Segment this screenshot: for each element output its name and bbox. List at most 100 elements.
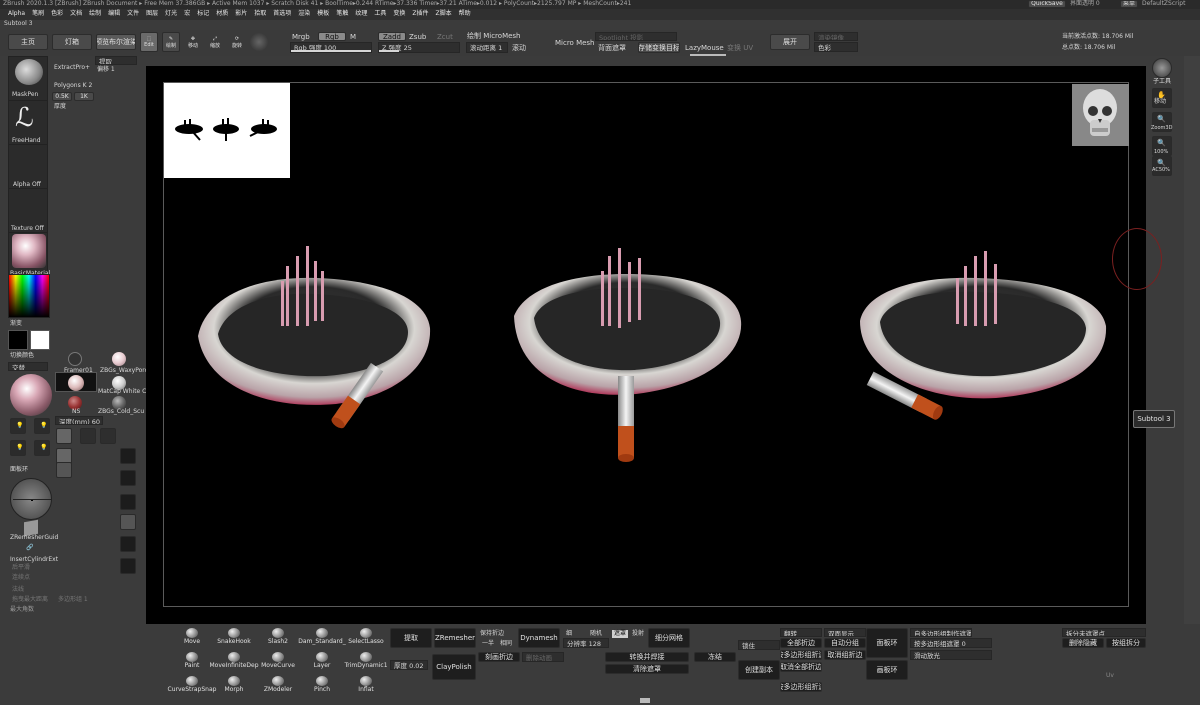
transparent-button[interactable]	[120, 494, 136, 510]
split-unmasked-button[interactable]: 拆分未遮罩点	[1062, 628, 1146, 637]
menu-item-12[interactable]: 影片	[235, 10, 247, 20]
menu-item-18[interactable]: 纹理	[355, 10, 367, 20]
menu-item-7[interactable]: 图层	[146, 10, 158, 20]
menu-item-22[interactable]: Z脚本	[436, 10, 452, 20]
z-intensity-slider[interactable]: Z 强度 25	[378, 42, 460, 53]
offset-slider[interactable]: 偏移 1	[97, 66, 115, 74]
light-2-button[interactable]: 💡	[34, 418, 50, 434]
draw-micromesh-toggle[interactable]: 绘制 MicroMesh	[467, 32, 521, 41]
menu-item-14[interactable]: 首选项	[273, 10, 291, 20]
texture-slot[interactable]: Texture Off	[8, 188, 48, 234]
bevel-slider[interactable]: 滑动放光	[910, 650, 992, 660]
half-toggle[interactable]: 一半	[482, 640, 494, 648]
brush-paint[interactable]: Paint	[172, 652, 212, 672]
m-toggle[interactable]: M	[350, 33, 356, 42]
brush-trimdynamic1[interactable]: TrimDynamic1	[344, 652, 388, 672]
rotate-button[interactable]: ⟳ 旋转	[228, 32, 246, 52]
alpha-slot[interactable]: Alpha Off	[8, 144, 48, 190]
scale-button[interactable]: ⤢ 缩放	[206, 32, 224, 52]
waxy-material-icon[interactable]	[112, 352, 126, 366]
menu-item-21[interactable]: Z插件	[412, 10, 428, 20]
convert-weld-button[interactable]: 转换并焊接	[605, 652, 689, 662]
render-mirror-toggle[interactable]: 渲染镜像	[814, 32, 858, 41]
curve-fold-button[interactable]: 刻画折边	[478, 652, 520, 662]
menu-item-6[interactable]: 文件	[127, 10, 139, 20]
menu-item-13[interactable]: 拾取	[254, 10, 266, 20]
size-05k-button[interactable]: 0.5K	[52, 92, 72, 101]
home-button[interactable]: 主页	[8, 34, 48, 50]
switch-color-button[interactable]: 切换颜色	[10, 352, 34, 360]
brush-zmodeler[interactable]: ZModeler	[258, 676, 298, 696]
matcap-slot[interactable]	[55, 372, 97, 392]
menu-item-9[interactable]: 宏	[184, 10, 190, 20]
thickness-slider[interactable]: 厚度	[54, 103, 66, 111]
auto-group-button[interactable]: 自动分组	[824, 638, 866, 648]
menu-item-11[interactable]: 材质	[216, 10, 228, 20]
delete-animation-button[interactable]: 删除动画	[522, 652, 564, 662]
transparency-slider[interactable]: 界面透明 0	[1070, 0, 1100, 8]
stroke-slot[interactable]: ℒ FreeHand	[8, 100, 48, 146]
zremesher-button[interactable]: ZRemesher	[434, 628, 476, 648]
brush-inflat[interactable]: Inflat	[346, 676, 386, 696]
scroll-distance-slider[interactable]: 滚动距离 1	[466, 42, 508, 53]
main-color-swatch[interactable]	[8, 330, 28, 350]
spotlight-project-toggle[interactable]: Spotlight 投影	[595, 32, 677, 41]
menu-item-15[interactable]: 渲染	[298, 10, 310, 20]
brush-snakehook[interactable]: SnakeHook	[214, 628, 254, 648]
grid-icon-button[interactable]	[120, 470, 136, 486]
panel-ring-button[interactable]: 画板环	[866, 660, 908, 680]
menu-item-1[interactable]: 笔刷	[32, 10, 44, 20]
claypolish-button[interactable]: ClayPolish	[432, 654, 476, 680]
zoom-sq-button[interactable]	[80, 428, 96, 444]
menu-item-0[interactable]: Alpha	[8, 10, 25, 20]
face-ring-button[interactable]: 面板环	[866, 628, 908, 658]
brush-pinch[interactable]: Pinch	[302, 676, 342, 696]
material-preview-sphere[interactable]	[10, 374, 52, 416]
same-toggle[interactable]: 相同	[500, 640, 512, 648]
brush-morph[interactable]: Morph	[214, 676, 254, 696]
by-group-mask-slider[interactable]: 按多边形组遮罩 0	[910, 638, 992, 648]
freeze-button[interactable]: 冻结	[694, 652, 736, 662]
alternate-toggle[interactable]: 交替	[8, 362, 48, 371]
brush-slot[interactable]: MaskPen	[8, 56, 48, 102]
local-symmetry-toggle[interactable]	[56, 462, 72, 478]
scroll-toggle[interactable]: 滚动	[512, 44, 526, 53]
spotlight-button[interactable]	[120, 558, 136, 574]
zremesher-guide-label[interactable]: ZRemesherGuid	[10, 534, 58, 542]
material-sphere-icon[interactable]	[250, 33, 268, 51]
rgb-toggle[interactable]: Rgb	[318, 32, 346, 41]
menus-button[interactable]: 菜单	[1120, 0, 1138, 8]
coarse-toggle[interactable]: 细	[566, 630, 572, 638]
default-script-button[interactable]: DefaultZScript	[1142, 0, 1185, 8]
menu-item-17[interactable]: 笔触	[336, 10, 348, 20]
preview-boolean-button[interactable]: 预览布尔渲染	[96, 34, 136, 50]
menu-item-3[interactable]: 文档	[70, 10, 82, 20]
zadd-toggle[interactable]: Zadd	[378, 32, 406, 41]
secondary-color-swatch[interactable]	[30, 330, 50, 350]
light-1-button[interactable]: 💡	[10, 418, 26, 434]
color-toggle[interactable]: 色彩	[814, 42, 858, 52]
material-slot[interactable]: BasicMaterial	[8, 232, 50, 278]
expand-shelf-handle[interactable]	[640, 698, 650, 703]
lazymouse-toggle[interactable]: LazyMouse	[685, 44, 724, 53]
framer01-material-icon[interactable]	[68, 352, 82, 366]
subdivide-button[interactable]: 细分网格	[648, 628, 690, 648]
delete-hidden-button[interactable]: 删除隐藏	[1062, 638, 1104, 648]
zcut-toggle[interactable]: Zcut	[437, 33, 453, 42]
backface-mask-toggle[interactable]: 背面遮罩	[598, 44, 626, 53]
lock-toggle[interactable]: 锁住	[738, 640, 780, 650]
full-fold-button[interactable]: 全部折边	[780, 638, 822, 648]
new-subtool-button[interactable]: 创建副本	[738, 660, 780, 680]
mask-toggle[interactable]: 遮罩	[612, 630, 629, 638]
light-3-button[interactable]: 💡	[10, 440, 26, 456]
menu-item-2[interactable]: 色彩	[51, 10, 63, 20]
brush-slash2[interactable]: Slash2	[258, 628, 298, 648]
micro-mesh-toggle[interactable]: Micro Mesh	[555, 39, 595, 48]
store-morph-button[interactable]: 存储变换目标	[638, 42, 680, 53]
mrgb-toggle[interactable]: Mrgb	[292, 33, 310, 42]
menu-item-16[interactable]: 模板	[317, 10, 329, 20]
extract-toggle[interactable]: 提取	[95, 56, 137, 65]
rgb-intensity-slider[interactable]: Rgb 强度 100	[290, 42, 372, 53]
color-picker[interactable]	[8, 274, 50, 318]
polyframe-button[interactable]	[120, 536, 136, 552]
